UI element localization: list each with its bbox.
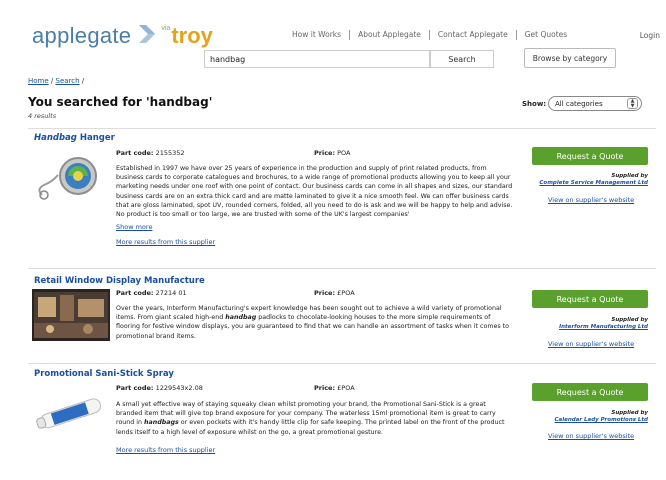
nav-about-applegate[interactable]: About Applegate xyxy=(350,30,430,40)
result-description: A small yet effective way of staying squ… xyxy=(116,401,505,436)
breadcrumb-home[interactable]: Home xyxy=(28,77,49,85)
result-description: Established in 1997 we have over 25 year… xyxy=(116,165,513,219)
nav-how-it-works[interactable]: How it Works xyxy=(284,30,351,40)
part-code: Part code: 27214 01 xyxy=(116,289,187,297)
price: Price: £POA xyxy=(314,384,355,392)
browse-by-category-button[interactable]: Browse by category xyxy=(524,48,616,68)
page-title: You searched for 'handbag' xyxy=(28,95,213,109)
request-quote-button[interactable]: Request a Quote xyxy=(532,290,648,308)
divider xyxy=(28,128,656,129)
search-button[interactable]: Search xyxy=(430,50,494,68)
result-title[interactable]: Handbag Hanger xyxy=(34,133,115,143)
supplied-by: Supplied by Interform Manufacturing Ltd xyxy=(518,317,648,331)
supplier-website-link[interactable]: View on supplier's website xyxy=(548,432,634,440)
result-title[interactable]: Promotional Sani-Stick Spray xyxy=(34,369,174,379)
breadcrumb: Home / Search / xyxy=(28,77,84,85)
nav-contact-applegate[interactable]: Contact Applegate xyxy=(430,30,517,40)
nav-get-quotes[interactable]: Get Quotes xyxy=(517,30,575,40)
search-input[interactable] xyxy=(204,50,430,68)
price: Price: £POA xyxy=(314,289,355,297)
product-image-sani-stick[interactable] xyxy=(32,384,110,442)
divider xyxy=(28,268,656,269)
login-link[interactable]: Login xyxy=(640,31,660,40)
result-count: 4 results xyxy=(28,112,57,120)
product-image-handbag-hanger[interactable] xyxy=(32,149,110,207)
result-item: Handbag Hanger Part code: 2155352 Price:… xyxy=(28,133,656,253)
result-title[interactable]: Retail Window Display Manufacture xyxy=(34,276,205,286)
supplier-link[interactable]: Calendar Lady Promotions Ltd xyxy=(518,417,648,424)
part-code: Part code: 2155352 xyxy=(116,149,185,157)
category-filter-select[interactable]: All categories ▲ ▼ xyxy=(548,96,642,111)
logo-chevron-icon xyxy=(137,23,157,49)
top-navigation: How it Works About Applegate Contact App… xyxy=(284,30,575,40)
logo-applegate-text: applegate xyxy=(32,23,132,48)
divider xyxy=(28,363,656,364)
breadcrumb-separator: / xyxy=(81,77,85,85)
part-code: Part code: 1229543x2.08 xyxy=(116,384,203,392)
category-filter-value: All categories xyxy=(555,99,603,108)
logo-troy-text: troy xyxy=(171,23,213,48)
request-quote-button[interactable]: Request a Quote xyxy=(532,383,648,401)
more-results-link[interactable]: More results from this supplier xyxy=(116,238,215,246)
breadcrumb-search[interactable]: Search xyxy=(56,77,80,85)
applegate-troy-logo[interactable]: applegate via troy xyxy=(32,22,213,50)
select-arrows-icon: ▲ ▼ xyxy=(627,98,638,109)
supplier-website-link[interactable]: View on supplier's website xyxy=(548,196,634,204)
result-item: Retail Window Display Manufacture Part c… xyxy=(28,276,656,356)
price: Price: POA xyxy=(314,149,351,157)
supplier-link[interactable]: Interform Manufacturing Ltd xyxy=(518,324,648,331)
show-more-link[interactable]: Show more xyxy=(116,223,152,231)
supplied-by: Supplied by Calendar Lady Promotions Ltd xyxy=(518,410,648,424)
product-image-window-display[interactable] xyxy=(32,289,110,341)
request-quote-button[interactable]: Request a Quote xyxy=(532,147,648,165)
logo-via-text: via xyxy=(161,24,171,32)
supplier-website-link[interactable]: View on supplier's website xyxy=(548,340,634,348)
show-filter-label: Show: xyxy=(522,100,547,108)
supplier-link[interactable]: Complete Service Management Ltd xyxy=(518,180,648,187)
result-item: Promotional Sani-Stick Spray Part code: … xyxy=(28,369,656,464)
more-results-link[interactable]: More results from this supplier xyxy=(116,446,215,454)
result-description: Over the years, Interform Manufacturing'… xyxy=(116,305,509,340)
supplied-by: Supplied by Complete Service Management … xyxy=(518,173,648,187)
